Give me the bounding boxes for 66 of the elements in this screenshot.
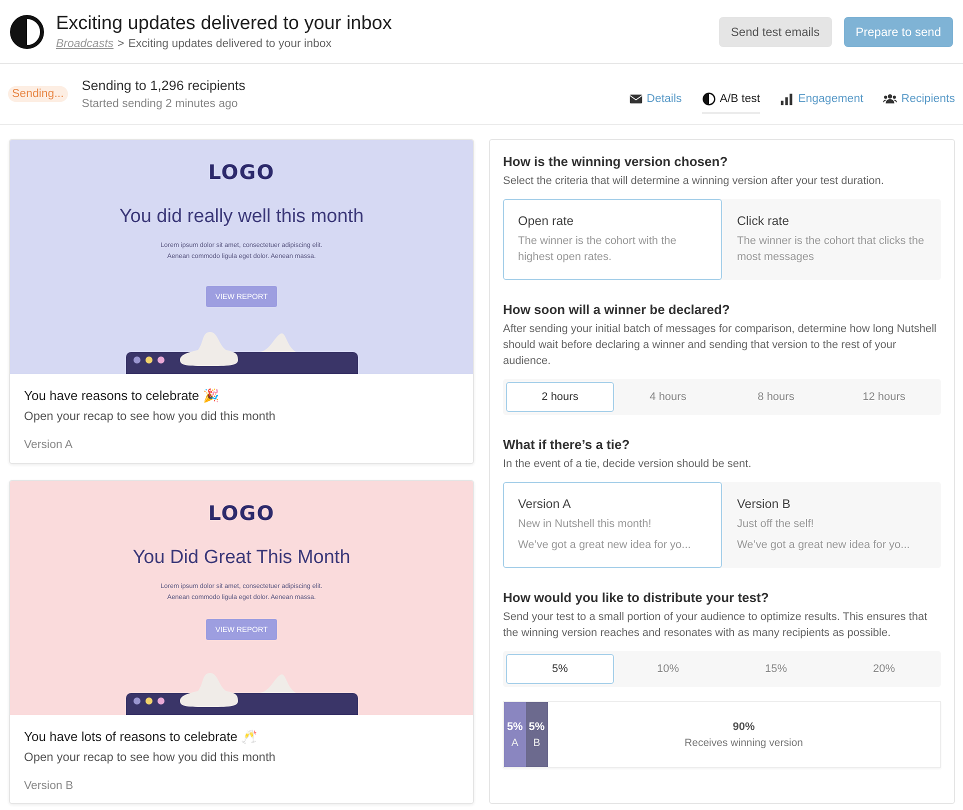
segment-option[interactable]: 2 hours xyxy=(506,382,614,412)
breadcrumb-link[interactable]: Broadcasts xyxy=(56,38,114,50)
segment-option[interactable]: 4 hours xyxy=(614,382,722,412)
send-test-button[interactable]: Send test emails xyxy=(718,16,832,46)
segment-caption: A xyxy=(511,736,518,748)
segment-option[interactable]: 15% xyxy=(722,654,830,684)
option-description: The winner is the cohort with the highest open rates. xyxy=(518,234,678,265)
contrast-logo-icon xyxy=(10,14,44,48)
segment-option[interactable]: 8 hours xyxy=(722,382,830,412)
segment-option[interactable]: 20% xyxy=(830,654,938,684)
email-headline: You Did Great This Month xyxy=(132,546,350,568)
sending-title: Sending to 1,296 recipients xyxy=(82,78,246,93)
question-title: How soon will a winner be declared? xyxy=(503,302,731,317)
contrast-icon xyxy=(702,92,716,106)
option-title: Open rate xyxy=(518,214,575,228)
segment-percent: 5% xyxy=(506,720,523,732)
tab[interactable]: Details xyxy=(628,92,682,114)
question-title: How would you like to distribute your test? xyxy=(503,590,770,605)
segment-option[interactable]: 12 hours xyxy=(830,382,938,412)
segment-percent: 90% xyxy=(732,720,755,732)
logo: LOGO xyxy=(208,500,275,524)
segment-option[interactable]: 5% xyxy=(506,654,614,684)
email-preview-text: Open your recap to see how you did this month xyxy=(24,750,276,764)
option-title: Click rate xyxy=(737,214,790,228)
breadcrumb-separator: > xyxy=(118,38,124,50)
tab[interactable]: Recipients xyxy=(883,92,955,114)
segment-caption: B xyxy=(533,736,540,748)
envelope-icon xyxy=(628,92,643,106)
email-card[interactable] xyxy=(9,480,474,804)
option-description: We’ve got a great new idea for yo... xyxy=(518,538,692,553)
option-title: Version A xyxy=(518,497,572,511)
email-subject: You have lots of reasons to celebrate 🥂 xyxy=(24,728,258,744)
option-card[interactable]: Version B Just off the self! We’ve got a great new idea for yo... xyxy=(722,482,941,568)
logo: LOGO xyxy=(208,160,275,184)
option-card[interactable]: Open rate The winner is the cohort with the highest open rates. xyxy=(503,199,722,280)
version-label: Version B xyxy=(24,780,74,792)
question-description: In the event of a tie, decide version should be sent. xyxy=(503,457,752,472)
segment-caption: Receives winning version xyxy=(684,736,804,748)
option-description: We’ve got a great new idea for yo... xyxy=(737,538,911,553)
tab[interactable]: Engagement xyxy=(780,92,864,114)
email-headline: You did really well this month xyxy=(119,206,364,228)
option-card[interactable]: Version A New in Nutshell this month! We’ve got a great new idea for yo... xyxy=(503,482,722,568)
question-title: What if there’s a tie? xyxy=(503,437,631,452)
question-title: How is the winning version chosen? xyxy=(503,154,729,169)
option-title: Version B xyxy=(737,497,792,511)
question-description: After sending your initial batch of messages for comparison, determine how long Nutshell should wait before declaring a winner and sending that version to the rest of your audience. xyxy=(503,322,938,369)
sending-time: Started sending 2 minutes ago xyxy=(82,98,239,110)
version-label: Version A xyxy=(24,439,74,451)
option-description: New in Nutshell this month! xyxy=(518,517,652,532)
question-description: Send your test to a small portion of your audience to optimize results. This ensures that the winning version reaches and resonates with as many recipients as possible. xyxy=(503,610,928,641)
status-badge: Sending... xyxy=(8,86,68,102)
segment-percent: 5% xyxy=(528,720,545,732)
email-card[interactable] xyxy=(9,139,474,464)
breadcrumb-current: Exciting updates delivered to your inbox xyxy=(128,38,332,50)
email-preview-text: Open your recap to see how you did this month xyxy=(24,409,276,423)
option-description: The winner is the cohort that clicks the most messages xyxy=(737,234,926,265)
question-description: Select the criteria that will determine a winning version after your test duration. xyxy=(503,174,885,189)
bar-chart-icon xyxy=(780,92,794,106)
prepare-button[interactable]: Prepare to send xyxy=(844,16,953,46)
option-description: Just off the self! xyxy=(737,517,815,532)
users-icon xyxy=(883,92,898,106)
tab[interactable]: A/B test xyxy=(702,92,760,114)
page-title: Exciting updates delivered to your inbox xyxy=(56,13,393,35)
option-card[interactable]: Click rate The winner is the cohort that clicks the most messages xyxy=(722,199,941,280)
segment-option[interactable]: 10% xyxy=(614,654,722,684)
email-subject: You have reasons to celebrate 🎉 xyxy=(24,388,220,403)
